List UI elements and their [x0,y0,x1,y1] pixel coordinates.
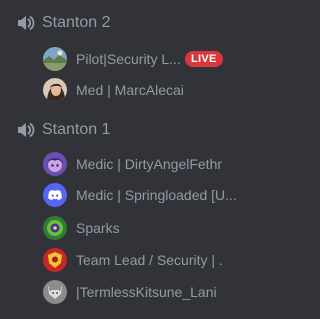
speaker-icon [16,121,36,139]
green-emblem-avatar [43,216,67,240]
user-name: Team Lead / Security | ... [76,252,222,268]
user-name: Med | MarcAlecai [76,82,184,98]
voice-channel-stanton-1[interactable]: Stanton 1 [0,117,243,143]
channel-name: Stanton 2 [42,14,111,31]
voice-channel-stanton-2[interactable]: Stanton 2 [0,10,243,36]
voice-user-team-lead-security[interactable]: Team Lead / Security | ... [40,246,237,274]
voice-user-pilot-security[interactable]: Pilot|Security L... LIVE [40,45,237,73]
portrait-avatar [43,78,67,102]
voice-user-sparks[interactable]: Sparks [40,214,237,242]
speaker-icon [16,14,36,32]
user-name: Medic | DirtyAngelFethr [76,156,223,172]
voice-user-marcalecai[interactable]: Med | MarcAlecai [40,76,237,104]
user-name: |TermlessKitsune_Lani [76,284,217,300]
user-name: Sparks [76,220,120,236]
user-name: Pilot|Security L... [76,51,180,67]
user-name: Medic | Springloaded [U... [76,187,237,203]
grey-fox-avatar [43,280,67,304]
voice-user-termlesskitsune-lani[interactable]: |TermlessKitsune_Lani [40,278,237,306]
channel-name: Stanton 1 [42,121,111,138]
anime-avatar [43,152,67,176]
landscape-avatar [43,47,67,71]
voice-user-dirtyangelfethr[interactable]: Medic | DirtyAngelFethr [40,150,237,178]
red-emblem-avatar [43,248,67,272]
live-badge: LIVE [185,51,223,67]
voice-user-springloaded[interactable]: Medic | Springloaded [U... [40,181,237,209]
discord-default-avatar [43,183,67,207]
